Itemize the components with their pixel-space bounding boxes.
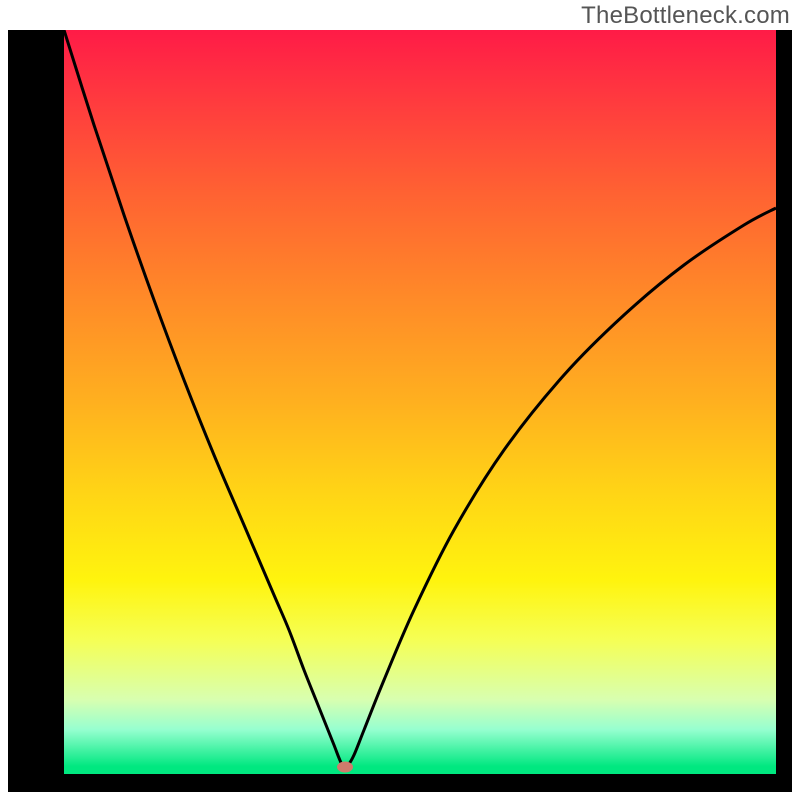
- plot-area: [64, 30, 776, 774]
- minimum-marker: [337, 762, 353, 773]
- bottleneck-curve: [64, 30, 776, 767]
- chart-frame: [8, 30, 792, 792]
- curve-svg: [64, 30, 776, 774]
- chart-container: TheBottleneck.com: [0, 0, 800, 800]
- watermark-text: TheBottleneck.com: [581, 2, 790, 30]
